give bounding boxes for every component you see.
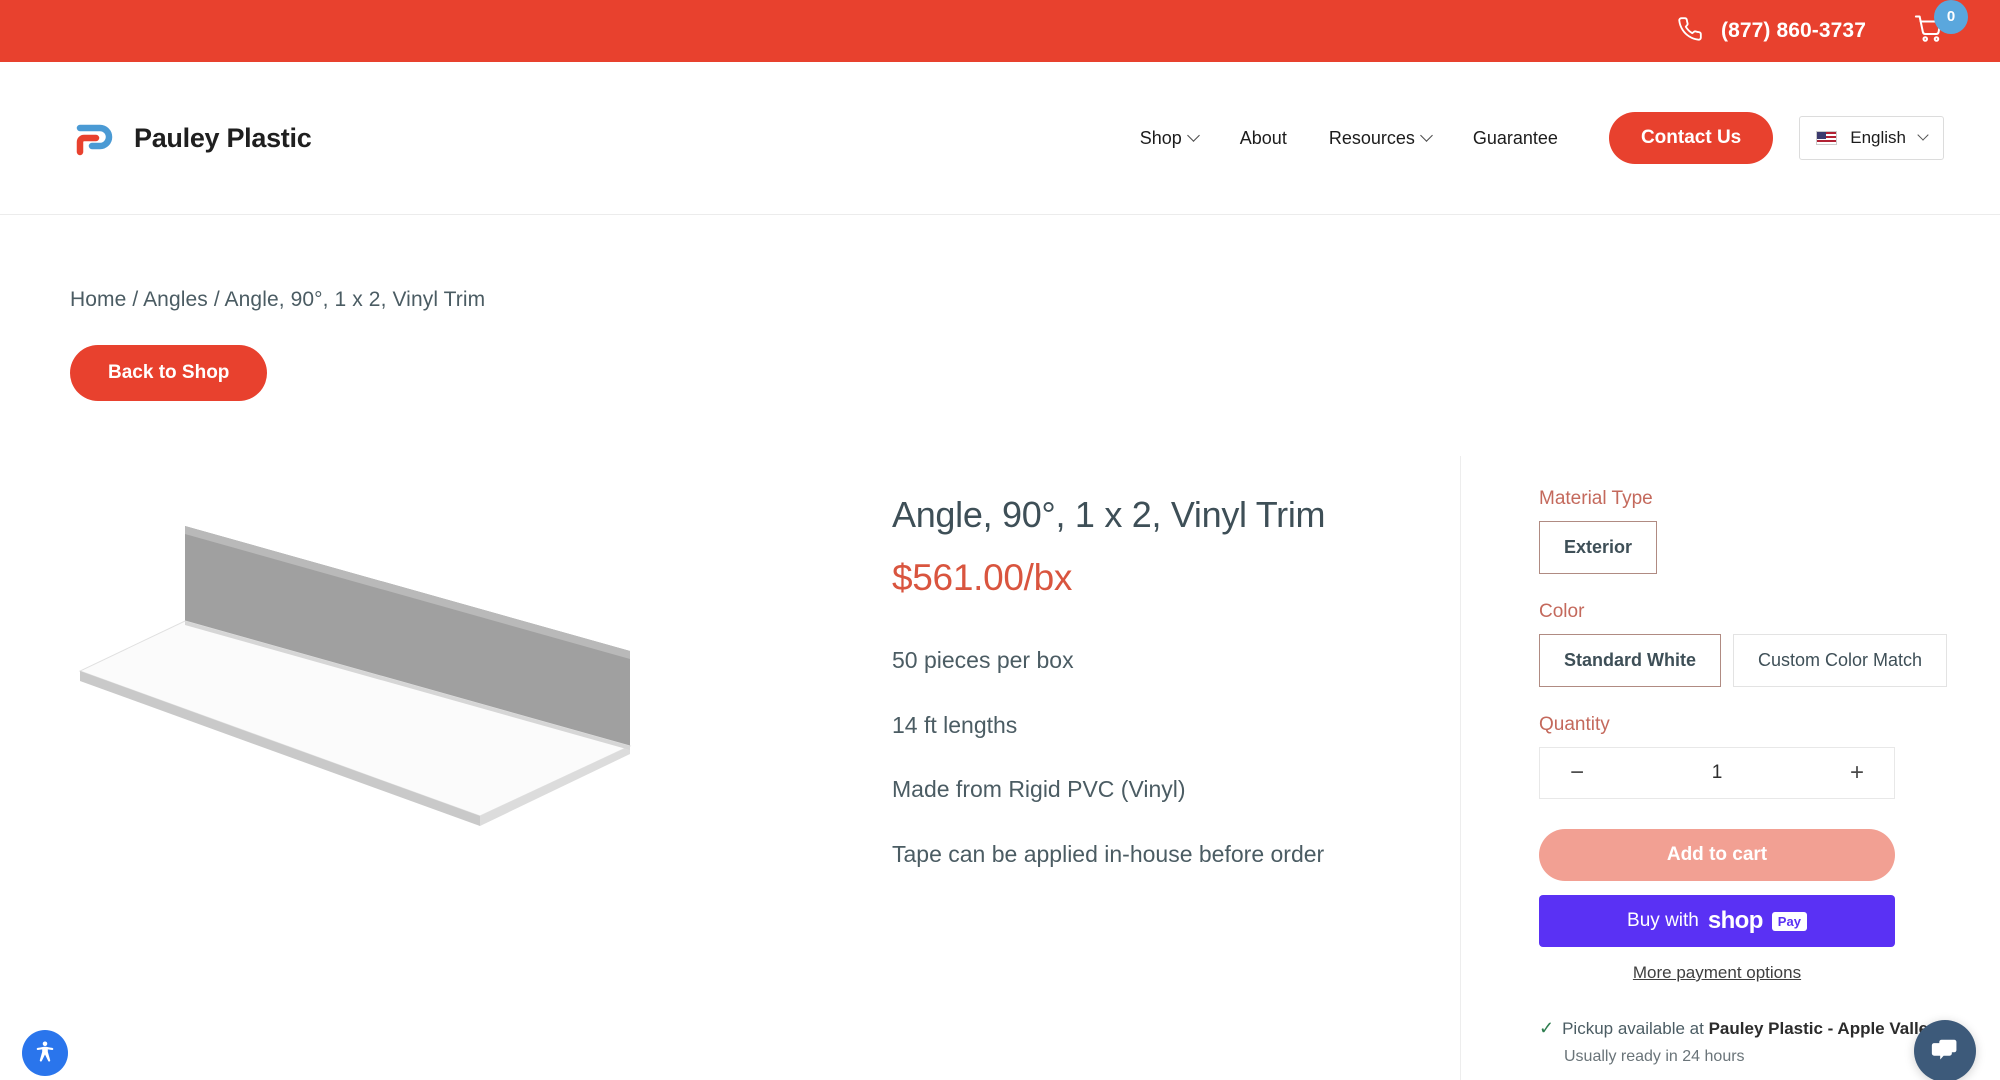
nav-item-guarantee[interactable]: Guarantee: [1452, 128, 1579, 149]
phone-link[interactable]: (877) 860-3737: [1677, 16, 1866, 47]
shop-pay-prefix: Buy with: [1627, 910, 1699, 931]
contact-us-button[interactable]: Contact Us: [1608, 112, 1774, 164]
product-feature: 50 pieces per box: [892, 647, 1074, 673]
us-flag-icon: [1816, 131, 1838, 145]
breadcrumb-separator: /: [213, 288, 220, 311]
quantity-label: Quantity: [1539, 714, 1610, 735]
color-label: Color: [1539, 601, 1585, 622]
chevron-down-icon: [1420, 128, 1433, 142]
material-type-options: Exterior: [1539, 521, 1930, 574]
color-options: Standard White Custom Color Match: [1539, 634, 1948, 687]
quantity-increase-button[interactable]: +: [1842, 757, 1872, 789]
product-feature: Made from Rigid PVC (Vinyl): [892, 776, 1186, 803]
accessibility-widget-button[interactable]: [22, 1030, 68, 1076]
breadcrumb-item-current: Angle, 90°, 1 x 2, Vinyl Trim: [224, 288, 486, 311]
shop-pay-wordmark: shop: [1707, 907, 1764, 934]
purchase-panel: Material Type Exterior Color Standard Wh…: [1460, 456, 1948, 1080]
product-layout: Angle, 90°, 1 x 2, Vinyl Trim $561.00/bx…: [70, 456, 1948, 1080]
quantity-value[interactable]: 1: [1712, 762, 1723, 784]
brand-name: Pauley Plastic: [134, 122, 312, 153]
pickup-prefix: Pickup available at: [1562, 1019, 1704, 1038]
cart-button[interactable]: 0: [1914, 0, 1968, 49]
product-image[interactable]: [70, 496, 710, 856]
chat-widget-button[interactable]: [1914, 1020, 1976, 1080]
language-label: English: [1850, 128, 1906, 147]
chevron-down-icon: [1186, 128, 1200, 142]
color-option-standard-white[interactable]: Standard White: [1539, 634, 1722, 687]
chat-bubbles-icon: [1929, 1034, 1961, 1069]
breadcrumb: Home / Angles / Angle, 90°, 1 x 2, Vinyl…: [70, 288, 1930, 312]
product-feature: 14 ft lengths: [892, 711, 1018, 738]
product-feature: Tape can be applied in-house before orde…: [892, 840, 1325, 867]
quantity-decrease-button[interactable]: −: [1562, 757, 1592, 789]
nav-label-about: About: [1239, 127, 1287, 148]
more-payment-options-link[interactable]: More payment options: [1539, 963, 1895, 983]
cart-count-badge: 0: [1934, 0, 1968, 34]
nav-item-resources[interactable]: Resources: [1308, 128, 1452, 149]
quantity-stepper: − 1 +: [1539, 747, 1895, 799]
product-price: $561.00/bx: [892, 557, 1073, 598]
breadcrumb-item-home[interactable]: Home: [70, 288, 126, 311]
site-header: Pauley Plastic Shop About Resources Guar…: [0, 62, 2000, 215]
pickup-store-name: Pauley Plastic - Apple Valley: [1708, 1019, 1938, 1038]
back-to-shop-button[interactable]: Back to Shop: [70, 345, 268, 401]
brand-logo-link[interactable]: Pauley Plastic: [70, 112, 312, 165]
breadcrumb-separator: /: [132, 288, 139, 311]
main-navigation: Shop About Resources Guarantee Contact U…: [1119, 112, 1944, 164]
nav-item-about[interactable]: About: [1219, 128, 1308, 149]
phone-number[interactable]: (877) 860-3737: [1721, 19, 1866, 43]
top-utility-bar: (877) 860-3737 0: [0, 0, 2000, 62]
shop-pay-chip: Pay: [1771, 911, 1807, 931]
pickup-availability: ✓ Pickup available at Pauley Plastic - A…: [1539, 1019, 1939, 1080]
pickup-ready-time: Usually ready in 24 hours: [1564, 1048, 1745, 1065]
pauley-plastic-logo-icon: [70, 112, 120, 165]
material-option-exterior[interactable]: Exterior: [1539, 521, 1658, 574]
phone-icon: [1677, 16, 1703, 47]
buy-with-shop-pay-button[interactable]: Buy with shop Pay: [1539, 895, 1895, 947]
product-media: [70, 456, 870, 1080]
material-type-label: Material Type: [1539, 488, 1653, 509]
product-info: Angle, 90°, 1 x 2, Vinyl Trim $561.00/bx…: [870, 456, 1450, 1080]
product-page: Home / Angles / Angle, 90°, 1 x 2, Vinyl…: [0, 288, 2000, 1080]
accessibility-person-icon: [32, 1039, 58, 1068]
nav-item-shop[interactable]: Shop: [1119, 128, 1219, 149]
breadcrumb-item-angles[interactable]: Angles: [143, 288, 208, 311]
nav-label-guarantee: Guarantee: [1472, 127, 1558, 148]
add-to-cart-button[interactable]: Add to cart: [1539, 829, 1895, 881]
color-option-custom-color-match[interactable]: Custom Color Match: [1733, 634, 1948, 687]
nav-label-shop: Shop: [1139, 127, 1182, 148]
check-icon: ✓: [1539, 1018, 1555, 1038]
nav-label-resources: Resources: [1328, 127, 1415, 148]
product-title: Angle, 90°, 1 x 2, Vinyl Trim: [892, 494, 1326, 535]
language-selector[interactable]: English: [1799, 116, 1944, 160]
chevron-down-icon: [1917, 129, 1929, 141]
